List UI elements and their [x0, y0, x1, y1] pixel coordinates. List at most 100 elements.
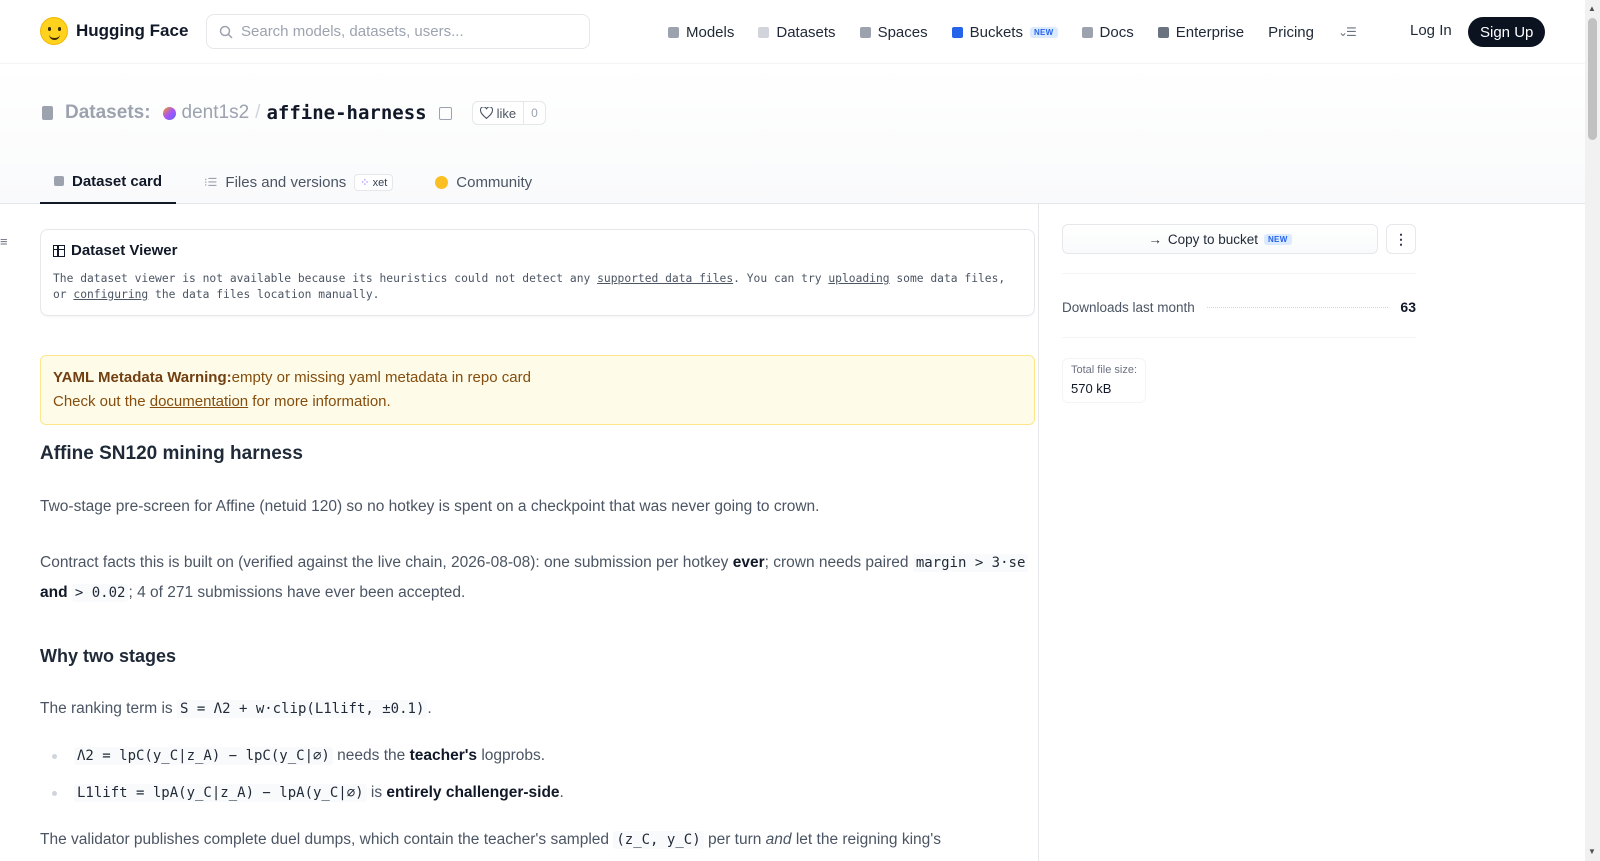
repo-name[interactable]: affine-harness	[266, 102, 426, 124]
search-box[interactable]	[206, 14, 590, 49]
card-paragraph-1: Two-stage pre-screen for Affine (netuid …	[40, 498, 820, 515]
card-paragraph-4: The validator publishes complete duel du…	[40, 825, 1035, 855]
cube-icon	[668, 26, 679, 38]
configuring-link[interactable]: configuring	[73, 288, 148, 301]
li1-code: Λ2 = lpC(y_C|z_A) − lpC(y_C|∅)	[74, 747, 333, 765]
card-paragraph-2: Contract facts this is built on (verifie…	[40, 548, 1035, 608]
li2-code: L1lift = lpA(y_C|z_A) − lpA(y_C|∅)	[74, 784, 367, 802]
downloads-value: 63	[1400, 299, 1416, 315]
nav-enterprise[interactable]: Enterprise	[1157, 24, 1244, 41]
database-icon	[42, 106, 53, 120]
supported-data-files-link[interactable]: supported data files	[597, 272, 733, 285]
main-nav: Models Datasets Spaces Buckets NEW Docs …	[668, 18, 1357, 46]
hugging-face-logo-icon	[40, 17, 68, 45]
sidebar-divider	[1038, 204, 1039, 861]
nav-models[interactable]: Models	[668, 24, 734, 41]
like-label-wrap: like	[473, 102, 524, 124]
copy-bucket-row: → Copy to bucket NEW ⋮	[1062, 224, 1416, 254]
top-navbar: Hugging Face Models Datasets Spaces Buck…	[0, 0, 1585, 64]
li1-text: logprobs.	[477, 747, 546, 764]
card-paragraph-3: The ranking term is S = Λ2 + w·clip(L1li…	[40, 694, 1035, 724]
home-link[interactable]: Hugging Face	[40, 17, 188, 45]
p2-text: ; crown needs paired	[764, 554, 913, 571]
scroll-up-icon[interactable]: ▲	[1588, 4, 1596, 13]
viewer-msg-part: The dataset viewer is not available beca…	[53, 272, 598, 285]
owner-avatar[interactable]	[162, 106, 176, 120]
tab-files-and-versions[interactable]: ⁝☰ Files and versions ⁘ xet	[190, 160, 407, 204]
like-count: 0	[523, 102, 545, 124]
repo-type-label[interactable]: Datasets:	[65, 102, 151, 124]
kebab-icon: ⋮	[1394, 230, 1408, 247]
warning-title: YAML Metadata Warning:	[53, 369, 232, 386]
li1-text: needs the	[332, 747, 410, 764]
p4-text: per turn	[703, 831, 766, 848]
nav-datasets-label: Datasets	[776, 23, 836, 41]
nav-docs[interactable]: Docs	[1081, 23, 1134, 41]
enterprise-icon	[1157, 26, 1169, 38]
nav-buckets[interactable]: Buckets NEW	[951, 23, 1058, 41]
p3-text: The ranking term is	[40, 700, 177, 717]
login-link[interactable]: Log In	[1410, 22, 1452, 39]
p4-text: The validator publishes complete duel du…	[40, 831, 614, 848]
dataset-viewer-title: Dataset Viewer	[53, 242, 1024, 259]
more-options-button[interactable]: ⋮	[1386, 224, 1416, 254]
table-of-contents-icon[interactable]: ≡	[0, 234, 8, 249]
tab-community-label: Community	[456, 173, 533, 191]
warning-text: empty or missing yaml metadata in repo c…	[231, 369, 531, 386]
li2-text: .	[559, 784, 564, 801]
repo-tabs: Dataset card ⁝☰ Files and versions ⁘ xet…	[40, 160, 546, 204]
dataset-viewer-message: The dataset viewer is not available beca…	[53, 271, 1024, 303]
warning-line2-pre: Check out the	[53, 393, 150, 410]
nav-pricing[interactable]: Pricing	[1268, 24, 1314, 41]
p2-bold-and: and	[40, 584, 72, 601]
nav-docs-label: Docs	[1099, 23, 1134, 41]
search-icon	[219, 25, 233, 39]
brand-name: Hugging Face	[76, 21, 189, 40]
downloads-stat: Downloads last month 63	[1062, 299, 1416, 315]
new-badge: NEW	[1029, 26, 1058, 38]
heart-icon	[479, 107, 493, 119]
repo-owner[interactable]: dent1s2	[182, 102, 250, 124]
arrow-right-icon: →	[1148, 231, 1162, 247]
nav-spaces-label: Spaces	[877, 23, 928, 41]
p2-code-threshold: > 0.02	[71, 584, 129, 602]
search-input[interactable]	[241, 23, 571, 40]
more-menu-button[interactable]: ⌄☰	[1338, 25, 1357, 39]
dataset-viewer-box: Dataset Viewer The dataset viewer is not…	[40, 229, 1035, 316]
tab-dataset-card-label: Dataset card	[72, 172, 163, 190]
breadcrumb-separator: /	[255, 102, 261, 123]
p2-text: ; 4 of 271 submissions have ever been ac…	[128, 584, 466, 601]
uploading-link[interactable]: uploading	[828, 272, 889, 285]
dataset-viewer-title-text: Dataset Viewer	[71, 242, 178, 259]
nav-buckets-label: Buckets	[969, 23, 1023, 41]
copy-icon[interactable]	[438, 106, 452, 120]
copy-to-bucket-button[interactable]: → Copy to bucket NEW	[1062, 224, 1378, 254]
like-button[interactable]: like 0	[471, 101, 546, 125]
list-item: Λ2 = lpC(y_C|z_A) − lpC(y_C|∅) needs the…	[52, 742, 1035, 770]
database-icon	[758, 26, 770, 38]
divider	[1062, 337, 1416, 338]
scrollbar-thumb[interactable]	[1588, 18, 1597, 140]
nav-datasets[interactable]: Datasets	[758, 23, 836, 41]
warning-line-1: YAML Metadata Warning:empty or missing y…	[53, 366, 1022, 390]
xet-badge-label: xet	[372, 176, 388, 189]
dotted-leader	[1206, 306, 1389, 308]
documentation-link[interactable]: documentation	[150, 393, 248, 410]
p4-text: let the reigning king's	[791, 831, 941, 848]
nav-spaces[interactable]: Spaces	[859, 23, 928, 41]
p3-code-formula: S = Λ2 + w·clip(L1lift, ±0.1)	[176, 700, 428, 718]
sidebar: → Copy to bucket NEW ⋮ Downloads last mo…	[1062, 204, 1416, 403]
copy-to-bucket-label: Copy to bucket	[1167, 231, 1258, 247]
bucket-icon	[951, 26, 963, 38]
li1-bold: teacher's	[409, 747, 478, 764]
list-item: L1lift = lpA(y_C|z_A) − lpA(y_C|∅) is en…	[52, 779, 1035, 807]
like-label: like	[496, 105, 517, 121]
nav-pricing-label: Pricing	[1268, 23, 1314, 41]
scroll-down-icon[interactable]: ▼	[1588, 847, 1596, 856]
signup-button[interactable]: Sign Up	[1468, 17, 1546, 47]
tab-community[interactable]: Community	[421, 160, 546, 204]
p2-bold-ever: ever	[732, 554, 765, 571]
total-file-size: Total file size: 570 kB	[1062, 358, 1147, 403]
p3-text: .	[427, 700, 432, 717]
tab-dataset-card[interactable]: Dataset card	[40, 160, 177, 204]
